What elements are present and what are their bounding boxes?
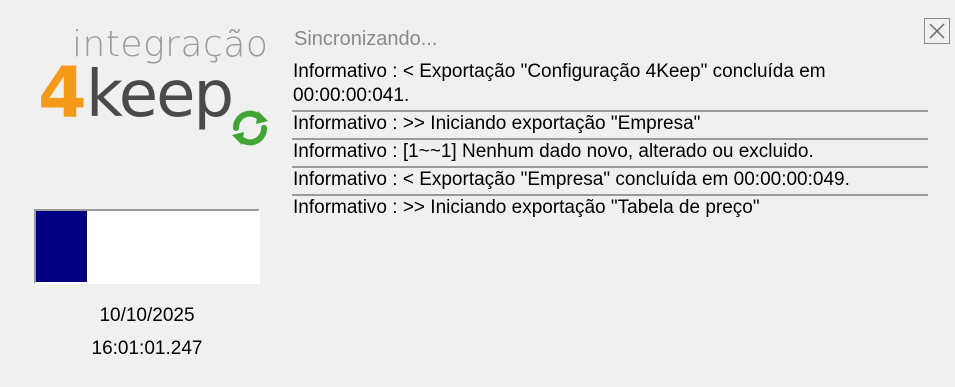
dialog-title: Sincronizando... bbox=[294, 28, 438, 50]
log-entry: Informativo : >> Iniciando exportação "E… bbox=[292, 112, 928, 140]
progress-bar bbox=[34, 209, 260, 284]
status-date: 10/10/2025 bbox=[99, 305, 195, 326]
sync-dialog: integração 4 keep 10/10/2025 16:01:01.24… bbox=[0, 0, 955, 387]
sync-arrows-icon bbox=[232, 110, 268, 146]
log-entry: Informativo : < Exportação "Configuração… bbox=[292, 60, 928, 112]
log-list: Informativo : < Exportação "Configuração… bbox=[292, 60, 928, 222]
close-button[interactable] bbox=[924, 18, 950, 44]
close-icon bbox=[929, 23, 945, 39]
log-entry: Informativo : [1~~1] Nenhum dado novo, a… bbox=[292, 140, 928, 168]
progress-bar-fill bbox=[36, 211, 88, 282]
integracao-4keep-logo: integração 4 keep bbox=[30, 18, 270, 158]
logo-brand: keep bbox=[86, 58, 234, 132]
status-time: 16:01:01.247 bbox=[91, 338, 203, 359]
log-entry: Informativo : < Exportação "Empresa" con… bbox=[292, 168, 928, 196]
logo-number: 4 bbox=[38, 52, 87, 134]
logo-main: 4 keep bbox=[38, 58, 278, 148]
log-entry: Informativo : >> Iniciando exportação "T… bbox=[293, 197, 760, 218]
